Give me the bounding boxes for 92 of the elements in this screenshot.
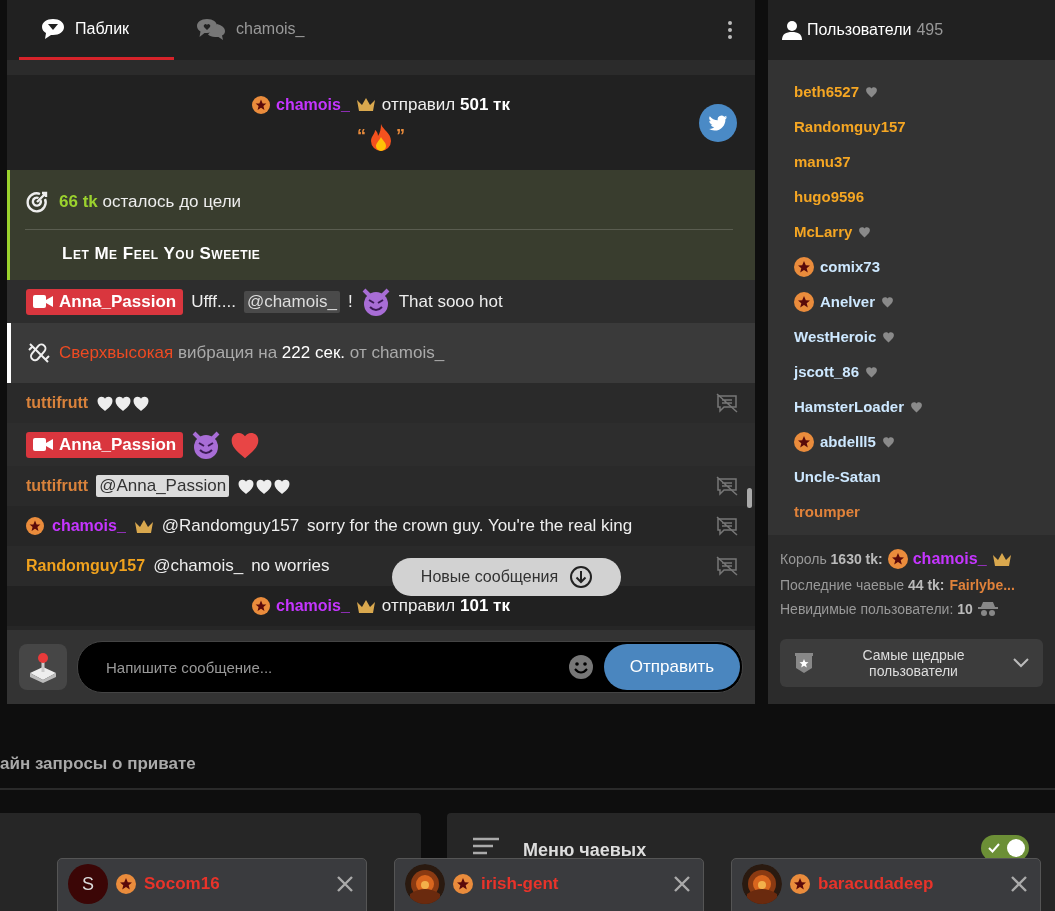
tip-menu-title: Меню чаевых bbox=[523, 840, 647, 861]
user-name[interactable]: jscott_86 bbox=[794, 363, 860, 380]
message-text: Ufff.... bbox=[191, 291, 236, 312]
private-chat-username: baracudadeep bbox=[818, 874, 934, 894]
king-label: Король 1630 tk: bbox=[780, 551, 883, 567]
check-icon bbox=[988, 843, 1000, 853]
goal-title: Let Me Feel You Sweetie bbox=[62, 244, 262, 264]
fire-icon bbox=[370, 122, 392, 151]
bird-icon bbox=[708, 114, 728, 132]
close-icon[interactable] bbox=[1010, 875, 1028, 893]
username[interactable]: Randomguy157 bbox=[26, 557, 146, 575]
last-tip-label: Последние чаевые 44 tk: bbox=[780, 577, 945, 593]
mention[interactable]: @chamois_ bbox=[153, 556, 244, 576]
goal-text: 66 tk осталось до цели bbox=[59, 192, 242, 212]
message-text: sorry for the crown guy. You're the real king bbox=[307, 516, 633, 536]
spy-icon bbox=[977, 602, 998, 616]
users-title: Пользователи bbox=[807, 21, 912, 39]
user-name[interactable]: comix73 bbox=[820, 258, 881, 275]
user-name[interactable]: abdelll5 bbox=[820, 433, 876, 450]
username[interactable]: chamois_ bbox=[276, 95, 350, 114]
private-chat-username: Socom16 bbox=[144, 874, 220, 894]
tip-text: отправил 501 тк bbox=[381, 94, 510, 115]
user-icon bbox=[782, 20, 802, 40]
scrollbar-thumb[interactable] bbox=[747, 488, 752, 508]
chat-bubble-icon bbox=[41, 17, 65, 40]
message-input[interactable]: Напишите сообщение... Отправить bbox=[77, 641, 743, 693]
mention-tag[interactable]: @chamois_ bbox=[243, 290, 340, 313]
private-chat-username: irish-gent bbox=[481, 874, 559, 894]
avatar: S bbox=[68, 864, 108, 904]
user-name[interactable]: hugo9596 bbox=[794, 188, 865, 205]
joystick-button[interactable] bbox=[19, 644, 67, 690]
shield-star-icon bbox=[794, 652, 814, 674]
user-name[interactable]: Randomguy157 bbox=[794, 118, 906, 135]
user-name[interactable]: manu37 bbox=[794, 153, 851, 170]
hide-message-icon[interactable] bbox=[716, 556, 738, 576]
top-users-dropdown[interactable]: Самые щедрые пользователи bbox=[780, 639, 1043, 687]
model-username[interactable]: Anna_Passion bbox=[26, 288, 184, 315]
user-name[interactable]: troumper bbox=[794, 503, 860, 520]
close-icon[interactable] bbox=[673, 875, 691, 893]
private-chat-tab[interactable]: S Socom16 bbox=[57, 858, 367, 911]
target-icon bbox=[25, 190, 49, 214]
hide-message-icon[interactable] bbox=[716, 476, 738, 496]
close-icon[interactable] bbox=[336, 875, 354, 893]
twitter-button[interactable] bbox=[699, 104, 737, 142]
star-badge-icon bbox=[453, 874, 473, 894]
devil-icon bbox=[191, 429, 222, 460]
username[interactable]: chamois_ bbox=[276, 597, 350, 615]
hearts-icon bbox=[237, 477, 292, 495]
hearts-icon bbox=[96, 394, 151, 412]
more-icon[interactable] bbox=[727, 20, 733, 40]
arrow-down-icon bbox=[570, 566, 593, 588]
model-username[interactable]: Anna_Passion bbox=[26, 431, 184, 458]
username[interactable]: tuttifrutt bbox=[26, 477, 89, 495]
devil-icon bbox=[360, 286, 391, 317]
camera-icon bbox=[33, 295, 53, 308]
tip-text: отправил 101 тк bbox=[381, 596, 510, 616]
chat-tab[interactable]: chamois_ bbox=[174, 0, 329, 60]
user-name[interactable]: McLarry bbox=[794, 223, 853, 240]
username[interactable]: chamois_ bbox=[52, 517, 126, 535]
message-text: That sooo hot bbox=[398, 291, 503, 312]
new-messages-button[interactable]: Новые сообщения bbox=[392, 558, 621, 596]
user-name[interactable]: beth6527 bbox=[794, 83, 860, 100]
smiley-icon[interactable] bbox=[568, 654, 594, 680]
star-badge-icon bbox=[116, 874, 136, 894]
vibration-text: Сверхвысокая вибрация на 222 сек. от chamois_ bbox=[59, 343, 445, 363]
hide-message-icon[interactable] bbox=[716, 393, 738, 413]
star-badge-icon bbox=[887, 549, 908, 569]
mention-tag[interactable]: @Anna_Passion bbox=[96, 475, 230, 497]
star-badge-icon bbox=[790, 874, 810, 894]
user-name[interactable]: Anelver bbox=[820, 293, 876, 310]
tip-menu-toggle[interactable] bbox=[981, 835, 1029, 861]
king-username[interactable]: chamois_ bbox=[912, 550, 987, 568]
hide-message-icon[interactable] bbox=[716, 516, 738, 536]
message-text: ! bbox=[347, 291, 353, 312]
user-name[interactable]: WestHeroic bbox=[794, 328, 877, 345]
tip-quote: “ ” bbox=[357, 122, 405, 151]
user-name[interactable]: Uncle-Satan bbox=[794, 468, 881, 485]
section-title: айн запросы о привате bbox=[0, 754, 196, 774]
crown-icon bbox=[991, 551, 1012, 567]
hearts-bubble-icon bbox=[196, 17, 226, 40]
vibration-icon bbox=[27, 341, 51, 365]
invisible-users-label: Невидимые пользователи: 10 bbox=[780, 601, 973, 617]
joystick-icon bbox=[28, 651, 58, 683]
message-text: no worries bbox=[251, 556, 330, 576]
user-name[interactable]: HamsterLoader bbox=[794, 398, 905, 415]
users-count: 495 bbox=[916, 21, 944, 39]
camera-icon bbox=[33, 438, 53, 451]
last-tip-username[interactable]: Fairlybe... bbox=[949, 577, 1015, 593]
mention[interactable]: @Randomguy157 bbox=[161, 516, 300, 536]
chevron-down-icon bbox=[1013, 658, 1029, 668]
username[interactable]: tuttifrutt bbox=[26, 394, 89, 412]
send-button[interactable]: Отправить bbox=[604, 644, 740, 690]
